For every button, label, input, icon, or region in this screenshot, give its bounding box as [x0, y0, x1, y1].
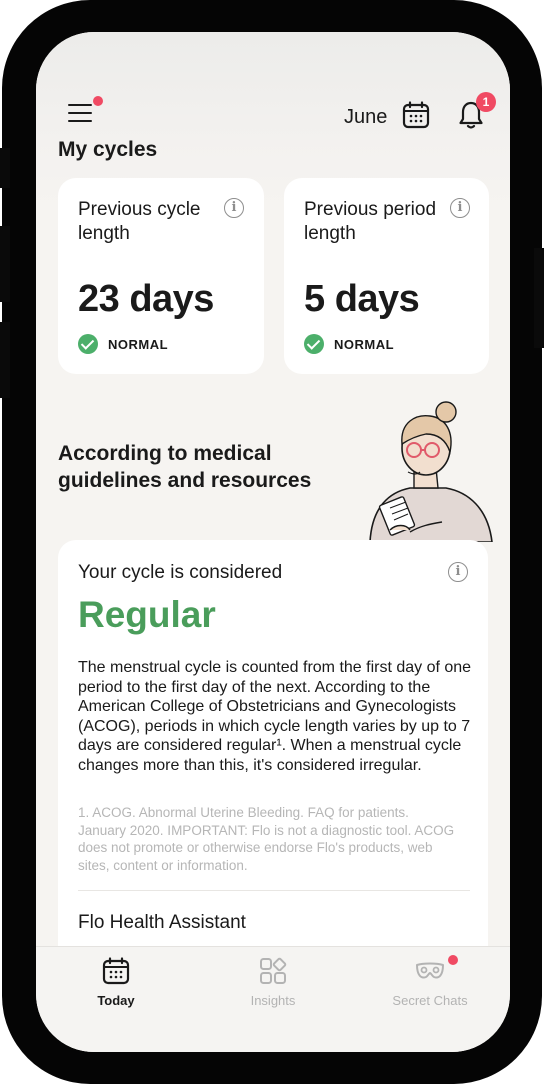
- check-icon: [78, 334, 98, 354]
- menu-button[interactable]: [68, 102, 94, 124]
- tab-label: Secret Chats: [392, 993, 468, 1008]
- status-label: NORMAL: [334, 337, 395, 352]
- check-icon: [304, 334, 324, 354]
- period-length-value: 5 days: [304, 278, 420, 320]
- assistant-title[interactable]: Flo Health Assistant: [78, 912, 246, 934]
- tab-today[interactable]: Today: [56, 947, 176, 1017]
- calendar-icon: [102, 957, 130, 985]
- notification-badge: 1: [476, 92, 496, 112]
- calendar-icon[interactable]: [402, 101, 430, 129]
- app-screen: June 1 My cycles Previous cycle length i…: [36, 32, 510, 1052]
- insights-grid-icon: [260, 957, 287, 984]
- status-label: NORMAL: [108, 337, 169, 352]
- period-length-card[interactable]: Previous period length i 5 days NORMAL: [284, 178, 489, 374]
- menu-notification-dot: [93, 96, 103, 106]
- doctor-illustration: [369, 401, 493, 542]
- info-icon[interactable]: i: [450, 198, 470, 218]
- regularity-heading: Your cycle is considered: [78, 562, 283, 583]
- regularity-verdict: Regular: [78, 594, 216, 635]
- tab-insights[interactable]: Insights: [213, 947, 333, 1017]
- phone-frame: June 1 My cycles Previous cycle length i…: [0, 0, 544, 1084]
- bottom-tab-bar: Today Insights Secret Chats: [36, 946, 510, 1052]
- power-button: [534, 248, 544, 348]
- month-label[interactable]: June: [344, 106, 387, 129]
- card-label: Previous period length: [304, 199, 437, 244]
- my-cycles-title: My cycles: [58, 138, 158, 161]
- cycle-length-card[interactable]: Previous cycle length i 23 days NORMAL: [58, 178, 264, 374]
- divider: [78, 890, 470, 891]
- mask-icon: [416, 962, 444, 979]
- tab-label: Today: [97, 993, 135, 1008]
- volume-down-button: [0, 322, 10, 398]
- guidelines-title: According to medical guidelines and reso…: [58, 442, 312, 492]
- cycle-length-value: 23 days: [78, 278, 214, 320]
- regularity-explanation: The menstrual cycle is counted from the …: [78, 659, 472, 774]
- info-icon[interactable]: i: [224, 198, 244, 218]
- reference-footnote: 1. ACOG. Abnormal Uterine Bleeding. FAQ …: [78, 805, 455, 873]
- card-label: Previous cycle length: [78, 199, 201, 244]
- volume-up-button: [0, 226, 10, 302]
- cycle-regularity-card: Your cycle is considered i Regular The m…: [58, 540, 488, 1000]
- info-icon[interactable]: i: [448, 562, 468, 582]
- mute-switch: [0, 148, 10, 188]
- tab-secret-chats[interactable]: Secret Chats: [370, 947, 490, 1017]
- tab-label: Insights: [250, 993, 296, 1008]
- notification-dot: [448, 955, 458, 965]
